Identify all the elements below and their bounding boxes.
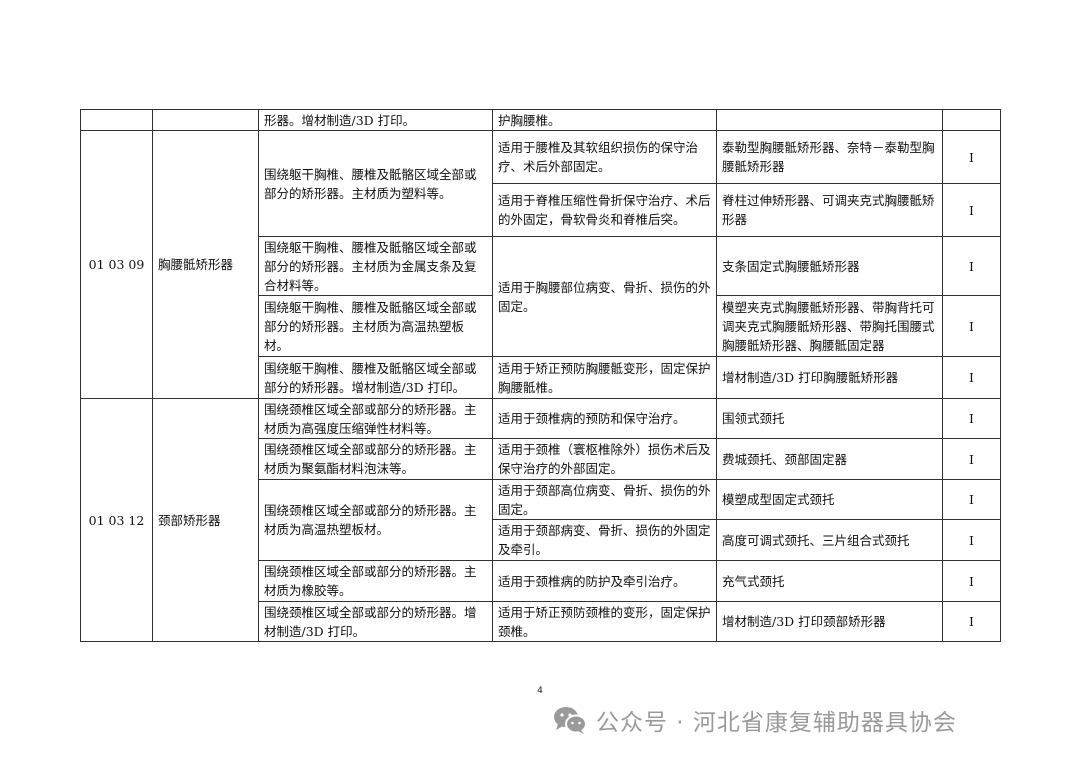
product-examples-cell: 支条固定式胸腰骶矫形器 <box>716 236 943 296</box>
category-code-cell: 01 03 09 <box>80 130 153 399</box>
intended-use-cell: 适用于腰椎及其软组织损伤的保守治疗、术后外部固定。 <box>492 130 717 184</box>
management-class-cell: I <box>942 479 1001 520</box>
product-examples-cell: 模塑夹克式胸腰骶矫形器、带胸背托可调夹克式胸腰骶矫形器、带胸托围腰式胸腰骶矫形器… <box>716 295 943 357</box>
description-cell: 围绕颈椎区域全部或部分的矫形器。主材质为高温热塑板材。 <box>258 479 493 561</box>
management-class-cell: I <box>942 519 1001 561</box>
intended-use-cell: 适用于颈部病变、骨折、损伤的外固定及牵引。 <box>492 519 717 561</box>
wechat-watermark: 公众号 · 河北省康复辅助器具协会 <box>552 702 957 738</box>
product-examples-cell: 高度可调式颈托、三片组合式颈托 <box>716 519 943 561</box>
management-class-cell: I <box>942 236 1001 296</box>
management-class-cell: I <box>942 130 1001 184</box>
description-cell: 围绕躯干胸椎、腰椎及骶骼区域全部或部分的矫形器。增材制造/3D 打印。 <box>258 356 493 399</box>
device-classification-table: 形器。增材制造/3D 打印。 护胸腰椎。 01 03 09 胸腰骶矫形器 围绕躯… <box>80 109 1001 642</box>
wechat-icon <box>552 705 588 735</box>
management-class-cell: I <box>942 601 1001 642</box>
intended-use-cell: 适用于矫正预防胸腰骶变形，固定保护胸腰骶椎。 <box>492 356 717 399</box>
description-cell: 围绕颈椎区域全部或部分的矫形器。主材质为高强度压缩弹性材料等。 <box>258 398 493 439</box>
intended-use-cell: 适用于颈椎病的防护及牵引治疗。 <box>492 560 717 602</box>
product-examples-cell: 泰勒型胸腰骶矫形器、奈特－泰勒型胸腰骶矫形器 <box>716 130 943 184</box>
category-code-cell <box>80 109 153 131</box>
management-class-cell: I <box>942 398 1001 439</box>
description-cell: 围绕躯干胸椎、腰椎及骶骼区域全部或部分的矫形器。主材质为塑料等。 <box>258 130 493 237</box>
product-examples-cell: 费城颈托、颈部固定器 <box>716 438 943 480</box>
description-cell: 形器。增材制造/3D 打印。 <box>258 109 493 131</box>
category-name-cell: 颈部矫形器 <box>152 398 259 642</box>
product-examples-cell: 脊柱过伸矫形器、可调夹克式胸腰骶矫形器 <box>716 183 943 237</box>
table-row: 01 03 12 颈部矫形器 围绕颈椎区域全部或部分的矫形器。主材质为高强度压缩… <box>80 398 1001 642</box>
management-class-cell: I <box>942 560 1001 602</box>
description-cell: 围绕躯干胸椎、腰椎及骶骼区域全部或部分的矫形器。主材质为金属支条及复合材料等。 <box>258 236 493 296</box>
management-class-cell <box>942 109 1001 131</box>
intended-use-cell: 适用于矫正预防颈椎的变形，固定保护颈椎。 <box>492 601 717 642</box>
intended-use-cell: 适用于颈椎（寰枢椎除外）损伤术后及保守治疗的外部固定。 <box>492 438 717 480</box>
intended-use-cell: 护胸腰椎。 <box>492 109 717 131</box>
intended-use-cell: 适用于颈椎病的预防和保守治疗。 <box>492 398 717 439</box>
management-class-cell: I <box>942 183 1001 237</box>
category-name-cell: 胸腰骶矫形器 <box>152 130 259 399</box>
product-examples-cell: 充气式颈托 <box>716 560 943 602</box>
table-row: 01 03 09 胸腰骶矫形器 围绕躯干胸椎、腰椎及骶骼区域全部或部分的矫形器。… <box>80 130 1001 399</box>
description-cell: 围绕躯干胸椎、腰椎及骶骼区域全部或部分的矫形器。主材质为高温热塑板材。 <box>258 295 493 357</box>
product-examples-cell: 增材制造/3D 打印胸腰骶矫形器 <box>716 356 943 399</box>
management-class-cell: I <box>942 356 1001 399</box>
intended-use-cell: 适用于脊椎压缩性骨折保守治疗、术后的外固定，骨软骨炎和脊椎后突。 <box>492 183 717 237</box>
product-examples-cell <box>716 109 943 131</box>
page-number: 4 <box>537 686 543 696</box>
description-cell: 围绕颈椎区域全部或部分的矫形器。主材质为聚氨酯材料泡沫等。 <box>258 438 493 480</box>
table-row: 形器。增材制造/3D 打印。 护胸腰椎。 <box>80 109 1001 131</box>
category-name-cell <box>152 109 259 131</box>
description-cell: 围绕颈椎区域全部或部分的矫形器。主材质为橡胶等。 <box>258 560 493 602</box>
intended-use-cell: 适用于胸腰部位病变、骨折、损伤的外固定。 <box>492 236 717 357</box>
product-examples-cell: 围领式颈托 <box>716 398 943 439</box>
management-class-cell: I <box>942 438 1001 480</box>
product-examples-cell: 增材制造/3D 打印颈部矫形器 <box>716 601 943 642</box>
intended-use-cell: 适用于颈部高位病变、骨折、损伤的外固定。 <box>492 479 717 520</box>
description-cell: 围绕颈椎区域全部或部分的矫形器。增材制造/3D 打印。 <box>258 601 493 642</box>
management-class-cell: I <box>942 295 1001 357</box>
footer-text: 公众号 · 河北省康复辅助器具协会 <box>596 710 957 736</box>
category-code-cell: 01 03 12 <box>80 398 153 642</box>
product-examples-cell: 模塑成型固定式颈托 <box>716 479 943 520</box>
